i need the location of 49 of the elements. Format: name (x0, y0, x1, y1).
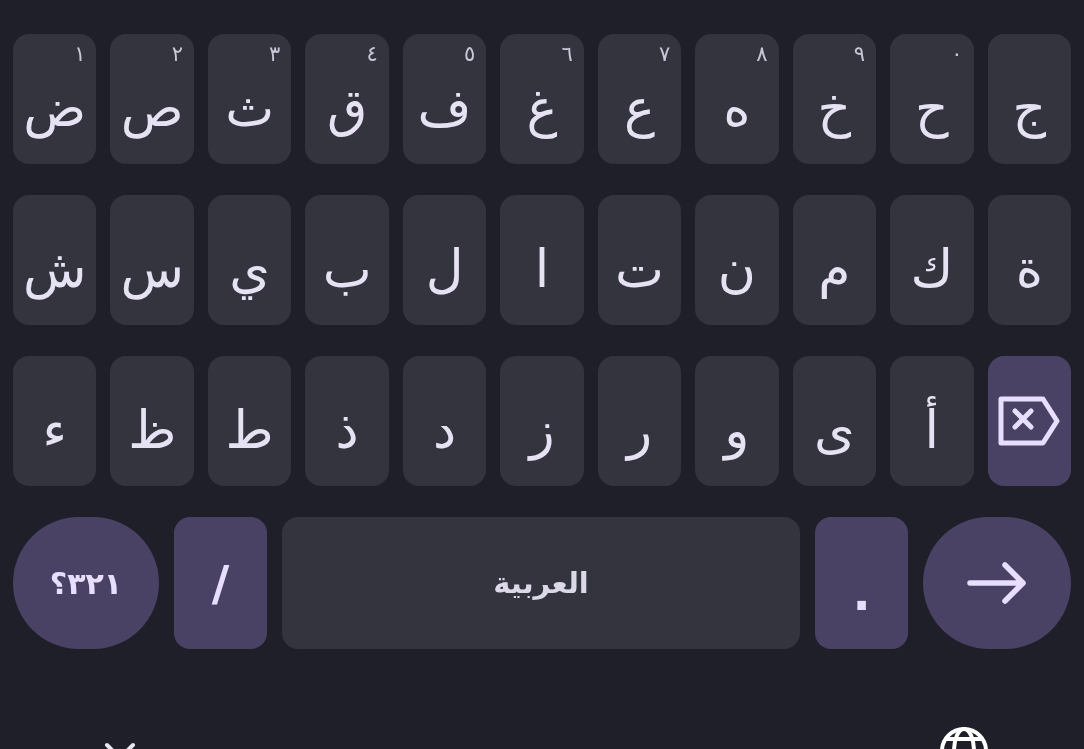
symbol-key[interactable]: . (815, 517, 908, 649)
letter-key[interactable]: ض ١ (13, 34, 97, 164)
arrow-right-icon (967, 561, 1027, 605)
symbols-key[interactable]: ١٢٣؟ (13, 517, 159, 649)
letter-key[interactable]: ج (987, 34, 1071, 164)
letter-key[interactable]: غ ٦ (500, 34, 584, 164)
symbol-key[interactable]: / (174, 517, 267, 649)
letter-key[interactable]: ع ٧ (597, 34, 682, 164)
letter-key[interactable]: ت (597, 195, 682, 325)
letter-key[interactable]: ذ (305, 356, 389, 486)
number-hint: ٢ (171, 44, 183, 65)
backspace-icon (997, 395, 1062, 447)
letter-key[interactable]: ظ (110, 356, 194, 486)
number-hint: ٠ (951, 44, 963, 65)
number-hint: ٥ (464, 44, 476, 65)
letter-key[interactable]: ط (207, 356, 292, 486)
letter-key[interactable]: ه ٨ (695, 34, 779, 164)
number-hint: ٩ (853, 44, 866, 65)
letter-key[interactable]: ق ٤ (305, 34, 389, 164)
letter-key[interactable]: س (110, 195, 194, 325)
letter-key[interactable]: أ (890, 356, 974, 486)
letter-key[interactable]: ا (500, 195, 584, 325)
letter-key[interactable]: و (695, 356, 779, 486)
space-bar[interactable]: العربية (282, 517, 800, 649)
letter-key[interactable]: ب (305, 195, 389, 325)
number-hint: ٧ (658, 44, 671, 65)
number-hint: ٨ (756, 44, 768, 65)
letter-key[interactable]: ر (597, 356, 682, 486)
letter-key[interactable]: ن (695, 195, 779, 325)
letter-key[interactable]: ش (13, 195, 97, 325)
letter-key[interactable]: ي (207, 195, 292, 325)
letter-key[interactable]: ص ٢ (110, 34, 194, 164)
backspace-button[interactable] (987, 356, 1071, 486)
number-hint: ١ (74, 44, 86, 65)
letter-key[interactable]: ء (13, 356, 97, 486)
letter-key[interactable]: ى (792, 356, 877, 486)
letter-key[interactable]: ف ٥ (402, 34, 487, 164)
letter-key[interactable]: د (402, 356, 487, 486)
letter-key[interactable]: ح ٠ (890, 34, 974, 164)
letter-key[interactable]: م (792, 195, 877, 325)
number-hint: ٦ (561, 44, 573, 65)
letter-key[interactable]: ز (500, 356, 584, 486)
letter-key[interactable]: ك (890, 195, 974, 325)
letter-key[interactable]: ث ٣ (207, 34, 292, 164)
number-hint: ٤ (366, 44, 378, 65)
letter-key[interactable]: ة (987, 195, 1071, 325)
letter-key[interactable]: ل (402, 195, 487, 325)
number-hint: ٣ (269, 44, 281, 65)
letter-key[interactable]: خ ٩ (792, 34, 877, 164)
